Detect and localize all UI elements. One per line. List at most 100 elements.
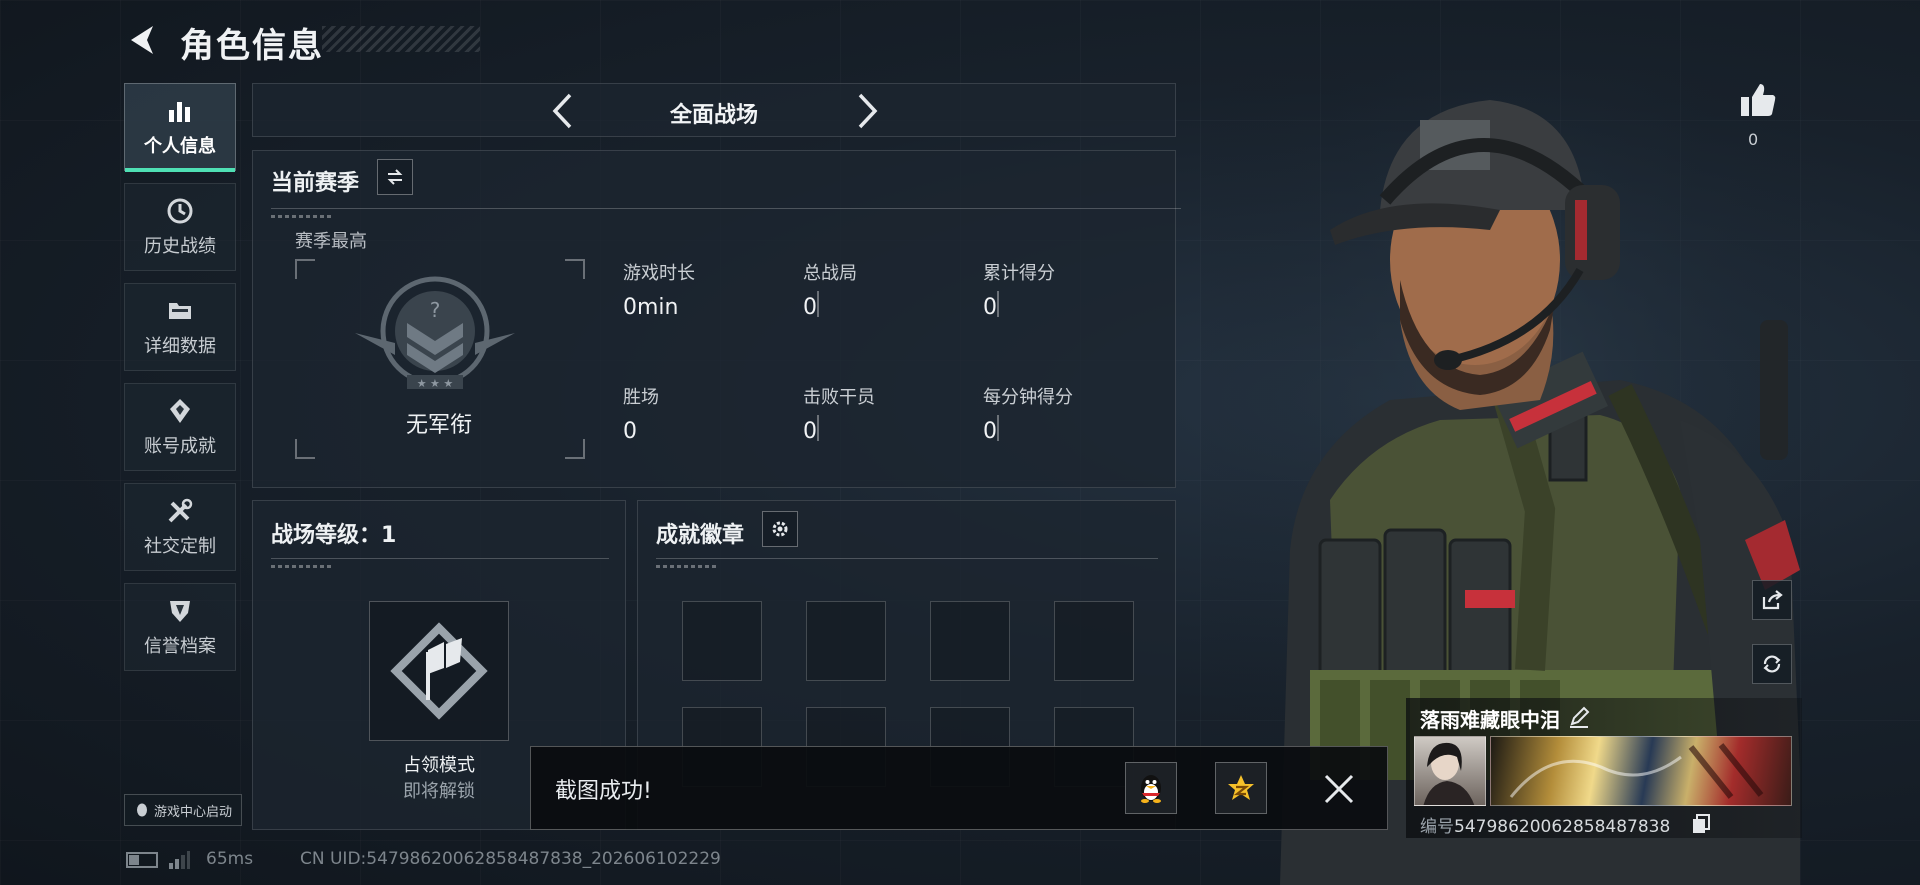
player-id-value: 5479862006285848783​8 xyxy=(1454,817,1671,837)
stat-separator xyxy=(817,415,819,441)
chevron-right-icon xyxy=(858,93,878,129)
copy-icon xyxy=(1693,814,1710,833)
frame-corner xyxy=(565,259,585,279)
decoration xyxy=(271,565,331,568)
rank-name: 无军衔 xyxy=(405,413,472,438)
qq-icon xyxy=(136,803,147,817)
edit-name-button[interactable] xyxy=(1568,706,1590,728)
share-icon xyxy=(1762,590,1783,610)
switch-season-button[interactable] xyxy=(377,159,413,195)
like-count: 0 xyxy=(1748,130,1759,149)
battlefield-level-title: 战场等级：1 xyxy=(271,523,397,548)
game-center-label: 游戏中心启动 xyxy=(153,804,232,820)
sidebar-item-label: 个人信息 xyxy=(144,136,216,157)
season-title: 当前赛季 xyxy=(271,171,360,196)
stat-separator xyxy=(997,415,999,441)
stat-label: 总战局 xyxy=(803,263,857,284)
uid-text: CN UID:547986200628584878​38_20260610222… xyxy=(300,849,721,869)
player-name: 落雨难藏眼中泪 xyxy=(1420,708,1560,732)
shield-icon xyxy=(165,596,195,626)
stat-value: 0 xyxy=(803,419,817,444)
sidebar-item-label: 历史战绩 xyxy=(144,236,216,257)
frame-corner xyxy=(565,439,585,459)
tools-icon xyxy=(165,496,195,526)
game-center-launch-button[interactable]: 游戏中心启动 xyxy=(124,794,242,826)
banner-art-icon xyxy=(1509,743,1764,799)
title-decoration xyxy=(322,26,480,52)
folder-icon xyxy=(165,296,195,326)
stat-value: 0 xyxy=(803,295,817,320)
achievement-icon xyxy=(165,396,195,426)
badge-slot[interactable] xyxy=(682,601,762,681)
pencil-icon xyxy=(1570,706,1590,728)
share-qq-button[interactable] xyxy=(1125,762,1177,814)
mode-selector: 全面战场 xyxy=(252,83,1176,137)
close-icon xyxy=(1324,774,1354,804)
stat-separator xyxy=(997,291,999,317)
avatar-portrait-icon xyxy=(1423,742,1475,805)
battery-indicator xyxy=(126,852,158,868)
badge-slot[interactable] xyxy=(806,601,886,681)
stat-play-time: 游戏时长 0min xyxy=(623,259,695,320)
stat-label: 每分钟得分 xyxy=(983,387,1073,408)
sidebar-item-achievements[interactable]: 账号成就 xyxy=(124,383,236,471)
stat-label: 游戏时长 xyxy=(623,263,695,284)
flag-diamond-icon xyxy=(390,622,488,720)
qzone-star-icon xyxy=(1228,775,1254,800)
player-id-label: 编号 xyxy=(1420,817,1454,837)
stat-label: 击败干员 xyxy=(803,387,875,408)
qq-penguin-icon xyxy=(1141,775,1161,803)
stat-total-matches: 总战局 0 xyxy=(803,259,857,320)
decoration xyxy=(656,565,716,568)
stat-operators-defeated: 击败干员 0 xyxy=(803,383,875,444)
share-button[interactable] xyxy=(1752,580,1792,620)
clock-icon xyxy=(165,196,195,226)
season-best-label: 赛季最高 xyxy=(295,231,367,252)
badges-title: 成就徽章 xyxy=(656,523,745,548)
stat-separator xyxy=(817,291,819,317)
sidebar-item-label: 账号成就 xyxy=(144,436,216,457)
sidebar-item-label: 社交定制 xyxy=(144,536,216,557)
svg-text:?: ? xyxy=(430,298,441,322)
toast-message: 截图成功! xyxy=(555,779,652,804)
avatar[interactable] xyxy=(1414,736,1486,806)
sidebar-item-label: 详细数据 xyxy=(144,336,216,357)
rank-emblem-icon: ? ★ ★ ★ xyxy=(355,276,515,390)
sidebar-item-history[interactable]: 历史战绩 xyxy=(124,183,236,271)
ping-value: 65ms xyxy=(206,849,254,869)
sidebar-item-reputation[interactable]: 信誉档案 xyxy=(124,583,236,671)
mode-name: 占领模式 xyxy=(403,755,475,776)
occupation-mode-card[interactable] xyxy=(369,601,509,741)
stat-value: 0 xyxy=(623,419,637,444)
sidebar-item-label: 信誉档案 xyxy=(144,636,216,657)
back-arrow-icon xyxy=(131,26,153,54)
frame-corner xyxy=(295,439,315,459)
divider xyxy=(271,208,1181,209)
badge-settings-button[interactable] xyxy=(762,511,798,547)
sidebar-item-personal-info[interactable]: 个人信息 xyxy=(124,83,236,172)
mode-status: 即将解锁 xyxy=(403,781,475,802)
mode-label: 全面战场 xyxy=(669,103,758,128)
bar-chart-icon xyxy=(165,96,195,126)
stat-value: 0 xyxy=(983,295,997,320)
badge-slot[interactable] xyxy=(1054,601,1134,681)
gear-icon xyxy=(772,521,788,537)
sidebar-item-social[interactable]: 社交定制 xyxy=(124,483,236,571)
next-mode-button[interactable] xyxy=(849,92,887,130)
signal-icon xyxy=(169,851,190,869)
refresh-button[interactable] xyxy=(1752,644,1792,684)
badge-slot[interactable] xyxy=(930,601,1010,681)
screenshot-toast: 截图成功! xyxy=(530,746,1388,830)
stat-value: 0min xyxy=(623,295,679,320)
like-button[interactable] xyxy=(1738,80,1778,120)
share-qzone-button[interactable] xyxy=(1215,762,1267,814)
copy-id-button[interactable] xyxy=(1692,814,1710,834)
divider xyxy=(271,558,609,559)
page-title: 角色信息 xyxy=(180,26,324,66)
thumbs-up-icon xyxy=(1741,84,1776,116)
back-button[interactable] xyxy=(124,20,160,60)
stat-label: 累计得分 xyxy=(983,263,1055,284)
sidebar-item-detailed-data[interactable]: 详细数据 xyxy=(124,283,236,371)
nameplate-banner xyxy=(1490,736,1792,806)
close-toast-button[interactable] xyxy=(1315,765,1363,813)
